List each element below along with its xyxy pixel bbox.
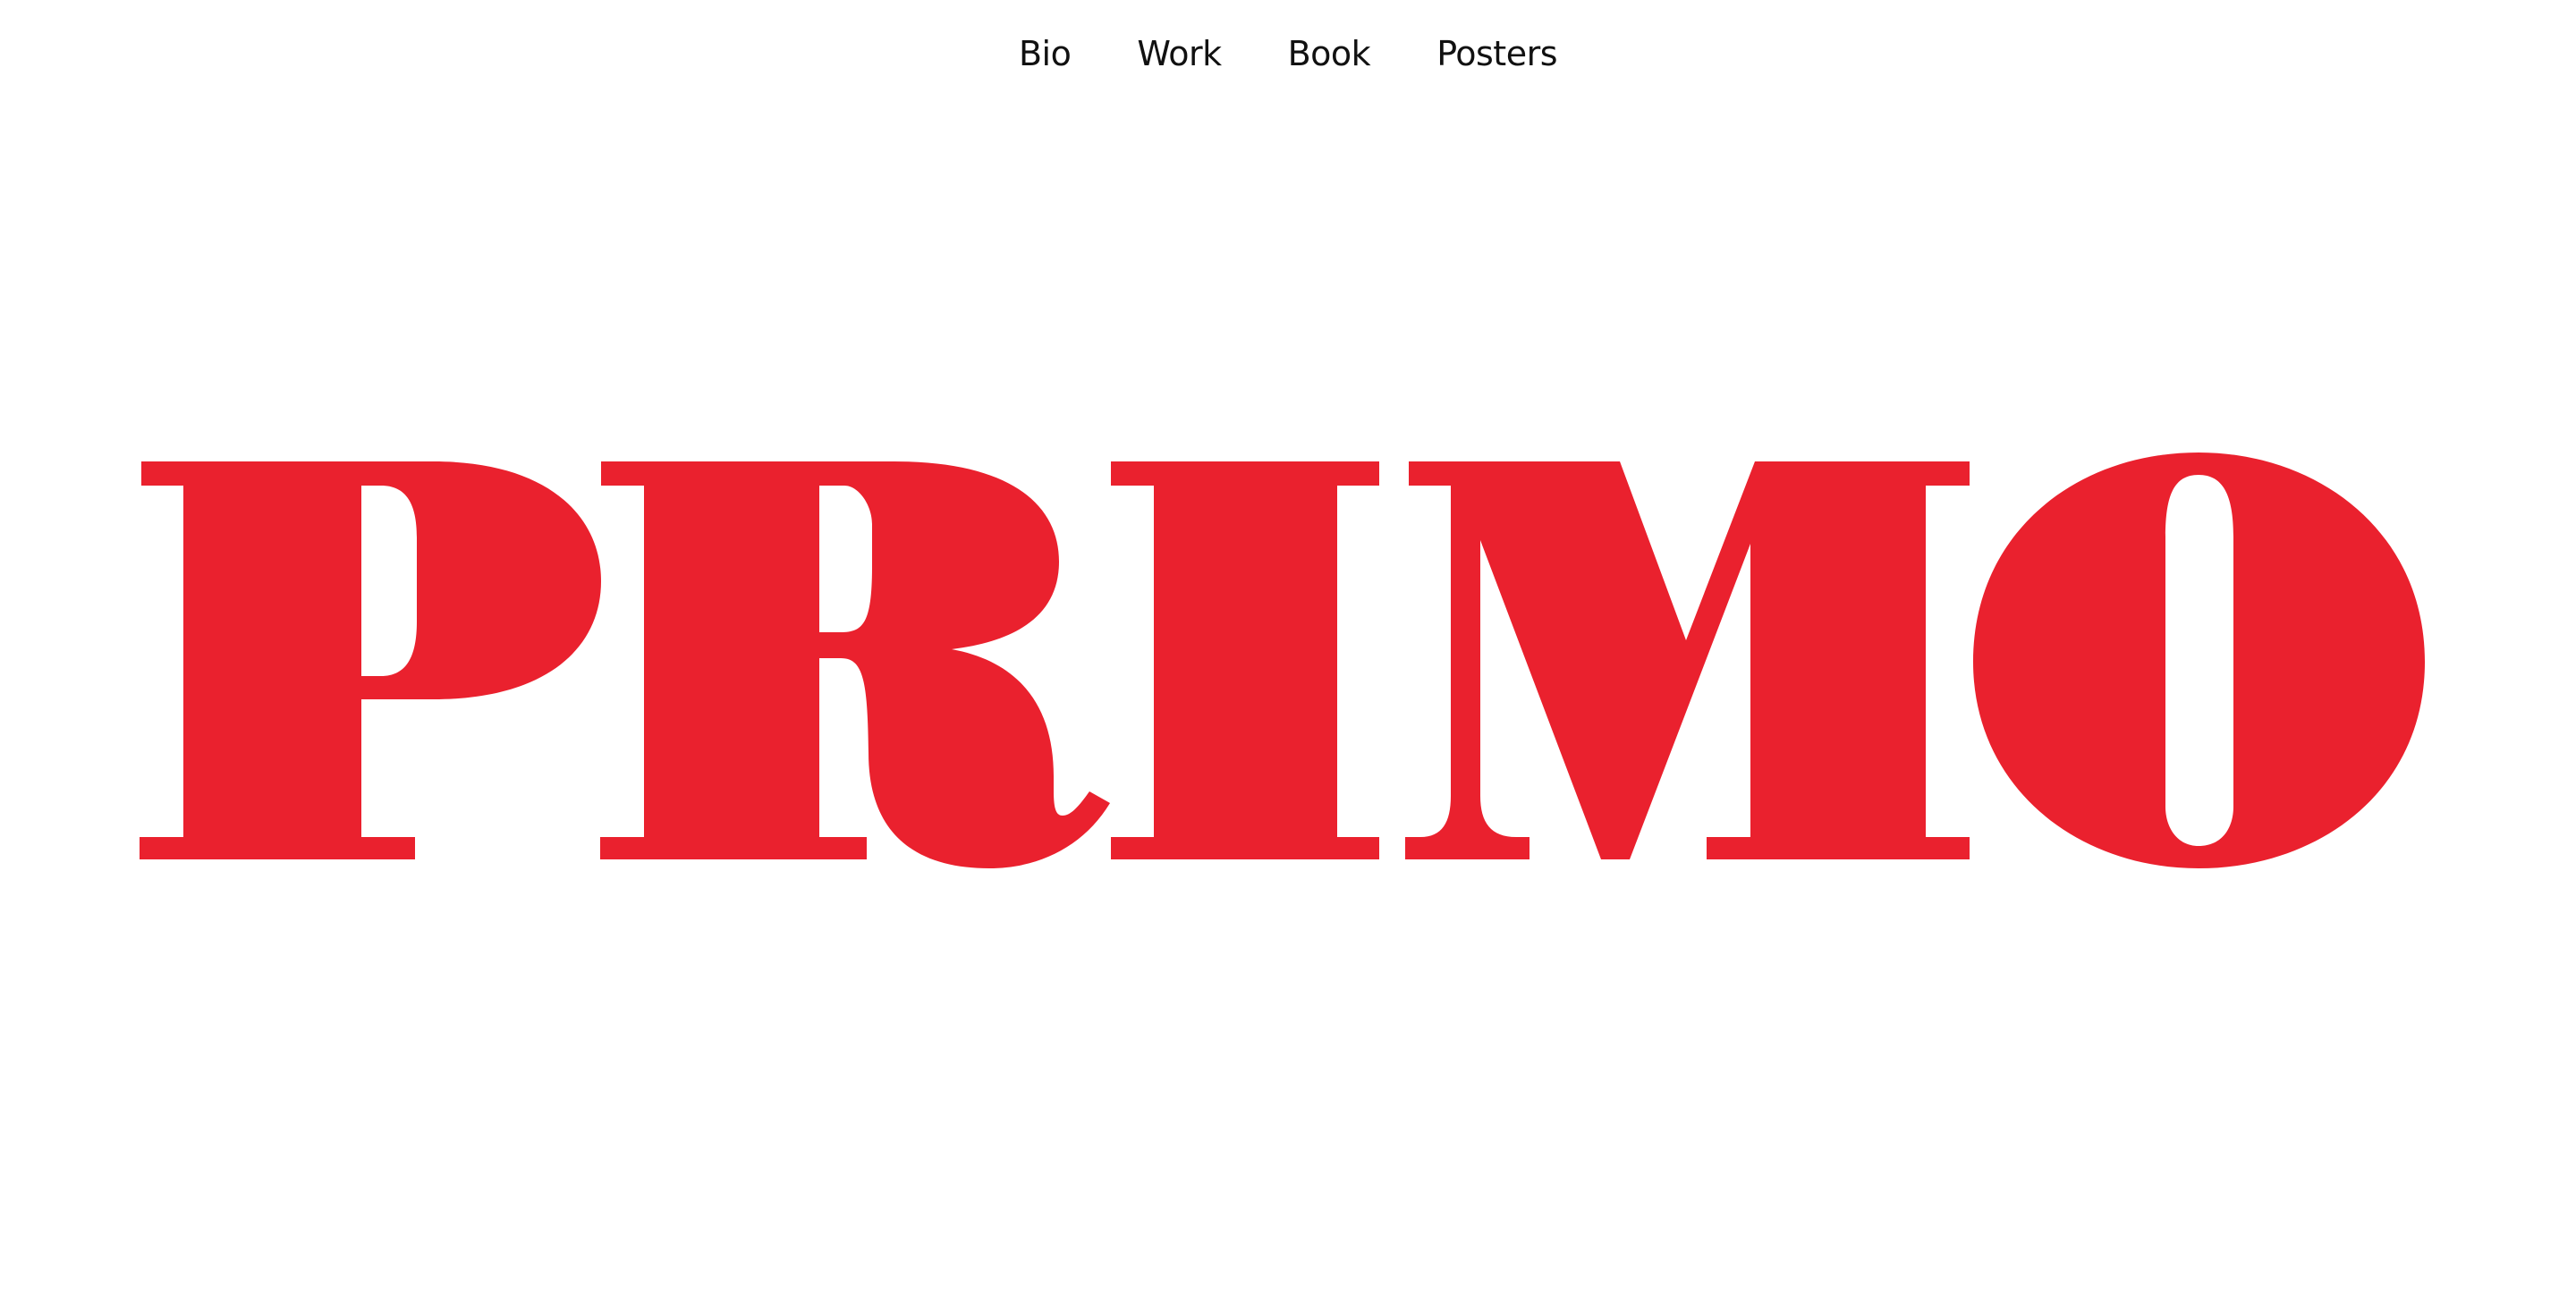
- logo-letter-r: [600, 461, 1110, 868]
- logo-letter-p: [140, 461, 601, 859]
- logo-letter-o: [1973, 453, 2425, 868]
- logo-letter-m: [1405, 461, 1970, 859]
- logo-letter-i: [1111, 461, 1379, 859]
- primo-logo-graphic: [140, 453, 2425, 868]
